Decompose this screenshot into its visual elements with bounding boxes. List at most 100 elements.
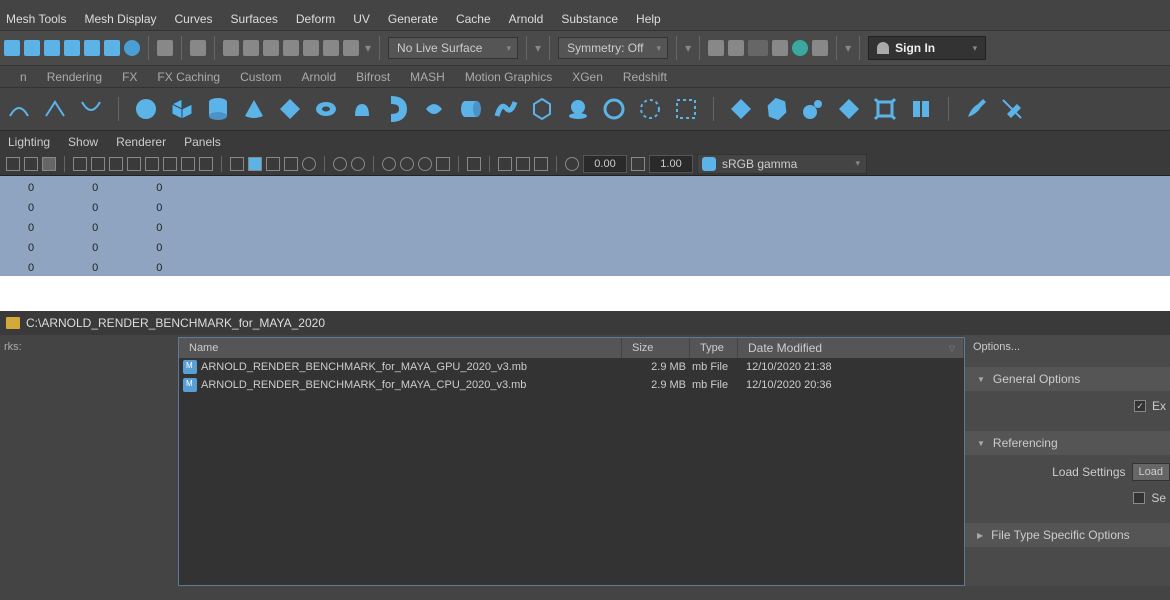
shelf-tab[interactable]: n xyxy=(20,70,27,84)
col-name[interactable]: Name xyxy=(179,338,622,358)
view-icon[interactable] xyxy=(534,157,548,171)
view-icon[interactable] xyxy=(127,157,141,171)
tool-icon[interactable] xyxy=(24,40,40,56)
shelf-tab-arnold[interactable]: Arnold xyxy=(301,70,336,84)
shelf-tool-icon[interactable] xyxy=(728,96,754,122)
view-icon[interactable] xyxy=(333,157,347,171)
menu-help[interactable]: Help xyxy=(636,12,661,26)
menu-generate[interactable]: Generate xyxy=(388,12,438,26)
snap-icon[interactable] xyxy=(243,40,259,56)
shelf-curve-icon[interactable] xyxy=(78,96,104,122)
shelf-primitive-icon[interactable] xyxy=(349,96,375,122)
shelf-plane-icon[interactable] xyxy=(277,96,303,122)
view-icon[interactable] xyxy=(73,157,87,171)
shelf-tab-custom[interactable]: Custom xyxy=(240,70,281,84)
shelf-primitive-icon[interactable] xyxy=(565,96,591,122)
shelf-curve-icon[interactable] xyxy=(6,96,32,122)
shelf-tool-icon[interactable] xyxy=(908,96,934,122)
shelf-tool-icon[interactable] xyxy=(764,96,790,122)
snap-icon[interactable] xyxy=(283,40,299,56)
shelf-tab-bifrost[interactable]: Bifrost xyxy=(356,70,390,84)
menu-deform[interactable]: Deform xyxy=(296,12,335,26)
view-icon[interactable] xyxy=(42,157,56,171)
viewport[interactable]: 000 000 000 000 000 xyxy=(0,176,1170,276)
shelf-primitive-icon[interactable] xyxy=(601,96,627,122)
menu-curves[interactable]: Curves xyxy=(175,12,213,26)
shelf-brush-icon[interactable] xyxy=(963,96,989,122)
view-icon[interactable] xyxy=(382,157,396,171)
section-filetype-options[interactable]: File Type Specific Options xyxy=(965,523,1170,547)
shelf-tool-icon[interactable] xyxy=(800,96,826,122)
view-icon[interactable] xyxy=(230,157,244,171)
shelf-tab-fx[interactable]: FX xyxy=(122,70,137,84)
shelf-primitive-icon[interactable] xyxy=(637,96,663,122)
shelf-cone-icon[interactable] xyxy=(241,96,267,122)
ipr-icon[interactable] xyxy=(748,40,768,56)
colorspace-dropdown[interactable]: sRGB gamma xyxy=(697,154,867,174)
snap-icon[interactable] xyxy=(343,40,359,56)
tool-icon[interactable] xyxy=(44,40,60,56)
view-icon[interactable] xyxy=(181,157,195,171)
shelf-cylinder-icon[interactable] xyxy=(205,96,231,122)
render-icon[interactable] xyxy=(708,40,724,56)
menu-substance[interactable]: Substance xyxy=(561,12,618,26)
col-type[interactable]: Type xyxy=(690,338,738,358)
menu-cache[interactable]: Cache xyxy=(456,12,491,26)
menu-mesh-tools[interactable]: Mesh Tools xyxy=(6,12,66,26)
view-icon[interactable] xyxy=(145,157,159,171)
exposure-icon[interactable] xyxy=(565,157,579,171)
tool-icon[interactable] xyxy=(64,40,80,56)
shelf-primitive-icon[interactable] xyxy=(493,96,519,122)
load-button[interactable]: Load xyxy=(1132,463,1170,481)
snap-icon[interactable] xyxy=(323,40,339,56)
col-date[interactable]: Date Modified▽ xyxy=(738,338,964,358)
checkbox[interactable] xyxy=(1133,492,1145,504)
shelf-primitive-icon[interactable] xyxy=(529,96,555,122)
file-row[interactable]: ARNOLD_RENDER_BENCHMARK_for_MAYA_GPU_202… xyxy=(179,358,964,376)
section-general-options[interactable]: General Options xyxy=(965,367,1170,391)
gamma-field[interactable]: 1.00 xyxy=(649,155,693,173)
shelf-primitive-icon[interactable] xyxy=(673,96,699,122)
shelf-tab-redshift[interactable]: Redshift xyxy=(623,70,667,84)
menu-surfaces[interactable]: Surfaces xyxy=(231,12,278,26)
view-icon[interactable] xyxy=(163,157,177,171)
signin-button[interactable]: Sign In xyxy=(868,36,986,60)
pause-icon[interactable] xyxy=(812,40,828,56)
symmetry-dropdown[interactable]: Symmetry: Off xyxy=(558,37,668,59)
shelf-tab-mash[interactable]: MASH xyxy=(410,70,445,84)
view-icon[interactable] xyxy=(436,157,450,171)
chevron-down-icon[interactable]: ▾ xyxy=(535,41,541,55)
panel-menu-panels[interactable]: Panels xyxy=(184,135,221,149)
tool-icon[interactable] xyxy=(190,40,206,56)
menu-uv[interactable]: UV xyxy=(353,12,370,26)
shelf-curve-icon[interactable] xyxy=(42,96,68,122)
view-icon[interactable] xyxy=(467,157,481,171)
help-icon[interactable] xyxy=(124,40,140,56)
live-surface-dropdown[interactable]: No Live Surface xyxy=(388,37,518,59)
panel-menu-lighting[interactable]: Lighting xyxy=(8,135,50,149)
checkbox[interactable]: ✓ xyxy=(1134,400,1146,412)
shelf-erase-icon[interactable] xyxy=(999,96,1025,122)
shelf-sphere-icon[interactable] xyxy=(133,96,159,122)
panel-menu-renderer[interactable]: Renderer xyxy=(116,135,166,149)
view-icon[interactable] xyxy=(24,157,38,171)
view-icon[interactable] xyxy=(418,157,432,171)
view-icon[interactable] xyxy=(91,157,105,171)
view-icon[interactable] xyxy=(6,157,20,171)
tool-icon[interactable] xyxy=(104,40,120,56)
view-icon[interactable] xyxy=(109,157,123,171)
view-icon[interactable] xyxy=(351,157,365,171)
shelf-tool-icon[interactable] xyxy=(836,96,862,122)
shelf-torus-icon[interactable] xyxy=(313,96,339,122)
col-size[interactable]: Size xyxy=(622,338,690,358)
chevron-down-icon[interactable]: ▾ xyxy=(845,41,851,55)
shelf-tab-xgen[interactable]: XGen xyxy=(572,70,603,84)
menu-arnold[interactable]: Arnold xyxy=(509,12,544,26)
tool-icon[interactable] xyxy=(4,40,20,56)
snap-icon[interactable] xyxy=(303,40,319,56)
shelf-primitive-icon[interactable] xyxy=(421,96,447,122)
shelf-tab-motiongraphics[interactable]: Motion Graphics xyxy=(465,70,552,84)
chevron-down-icon[interactable]: ▾ xyxy=(365,41,371,55)
shelf-tool-icon[interactable] xyxy=(872,96,898,122)
view-icon[interactable] xyxy=(284,157,298,171)
